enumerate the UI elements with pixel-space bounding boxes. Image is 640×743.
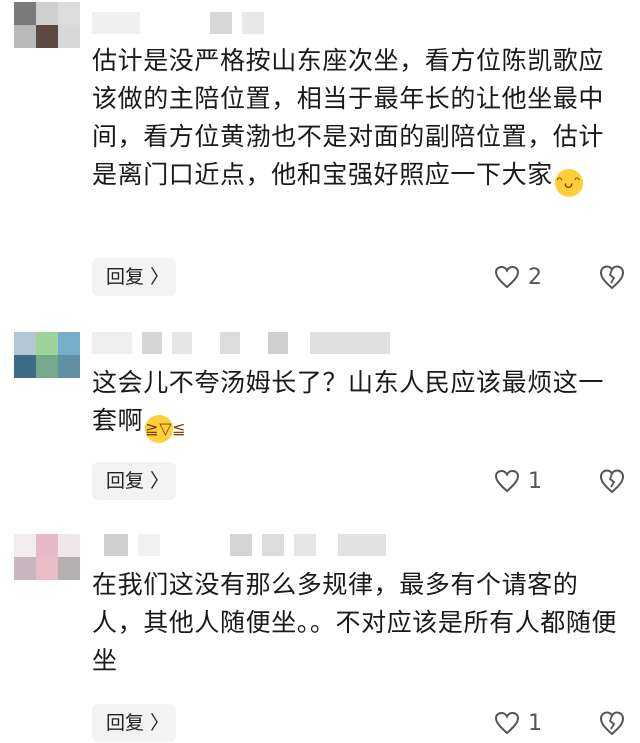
reply-button[interactable]: 回复 〉	[92, 704, 176, 742]
avatar-pixel	[14, 332, 36, 355]
broken-heart-icon[interactable]	[598, 467, 626, 495]
heart-icon	[494, 265, 520, 289]
avatar-pixel	[58, 25, 80, 48]
avatar-pixel	[58, 332, 80, 355]
username-blurred[interactable]	[92, 534, 386, 556]
like-count: 2	[528, 264, 542, 290]
like-count: 1	[528, 710, 542, 736]
avatar-pixel	[14, 534, 36, 557]
avatar[interactable]	[14, 332, 80, 378]
broken-heart-icon[interactable]	[598, 709, 626, 737]
avatar-pixel	[14, 25, 36, 48]
avatar-pixel	[58, 355, 80, 378]
like-button[interactable]: 1	[494, 462, 542, 500]
avatar[interactable]	[14, 534, 80, 580]
comment-text: 这会儿不夸汤姆长了？山东人民应该最烦这一套啊 ≧▽≦	[92, 364, 622, 443]
comment-text: 估计是没严格按山东座次坐，看方位陈凯歌应该做的主陪位置，相当于最年长的让他坐最中…	[92, 42, 622, 197]
avatar-pixel	[36, 355, 58, 378]
avatar-pixel	[36, 557, 58, 580]
avatar-pixel	[58, 557, 80, 580]
reply-button[interactable]: 回复 〉	[92, 258, 176, 296]
avatar[interactable]	[14, 2, 80, 48]
avatar-pixel	[36, 2, 58, 25]
like-count: 1	[528, 468, 542, 494]
username-blurred[interactable]	[92, 12, 264, 34]
reply-button[interactable]: 回复 〉	[92, 462, 176, 500]
avatar-pixel	[14, 355, 36, 378]
crying-laughing-emoji: ≧▽≦	[145, 415, 186, 443]
avatar-pixel	[14, 557, 36, 580]
username-blurred[interactable]	[92, 332, 390, 354]
avatar-pixel	[36, 332, 58, 355]
avatar-pixel	[58, 2, 80, 25]
like-button[interactable]: 2	[494, 258, 542, 296]
broken-heart-icon[interactable]	[598, 263, 626, 291]
avatar-pixel	[36, 25, 58, 48]
avatar-pixel	[36, 534, 58, 557]
comment-text: 在我们这没有那么多规律，最多有个请客的人，其他人随便坐。。不对应该是所有人都随便…	[92, 570, 618, 675]
avatar-pixel	[14, 2, 36, 25]
heart-icon	[494, 469, 520, 493]
avatar-pixel	[58, 534, 80, 557]
grinning-face-emoji: ᵔᴗᵔ	[554, 169, 583, 197]
heart-icon	[494, 711, 520, 735]
like-button[interactable]: 1	[494, 704, 542, 742]
